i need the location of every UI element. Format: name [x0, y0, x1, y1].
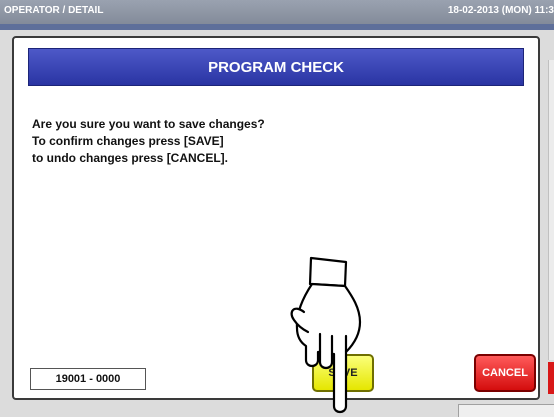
top-bar: OPERATOR / DETAIL 18-02-2013 (MON) 11:3	[0, 0, 554, 30]
dialog-title: PROGRAM CHECK	[28, 48, 524, 86]
message-line: to undo changes press [CANCEL].	[32, 151, 229, 165]
background-panel-edge	[548, 60, 554, 360]
background-field-edge	[458, 404, 554, 417]
program-check-dialog: PROGRAM CHECK Are you sure you want to s…	[12, 36, 540, 414]
date-time: 18-02-2013 (MON) 11:3	[447, 5, 554, 16]
background-red-button-edge	[548, 362, 554, 394]
screen-title: OPERATOR / DETAIL	[4, 5, 104, 16]
top-bar-divider	[0, 24, 554, 30]
message-line: To confirm changes press [SAVE]	[32, 134, 224, 148]
cancel-button[interactable]: CANCEL	[474, 354, 536, 392]
confirmation-message: Are you sure you want to save changes? T…	[32, 116, 492, 167]
save-button[interactable]: SAVE	[312, 354, 374, 392]
pointing-hand-icon	[290, 256, 362, 414]
message-line: Are you sure you want to save changes?	[32, 117, 265, 131]
record-code-field: 19001 - 0000	[30, 368, 146, 390]
